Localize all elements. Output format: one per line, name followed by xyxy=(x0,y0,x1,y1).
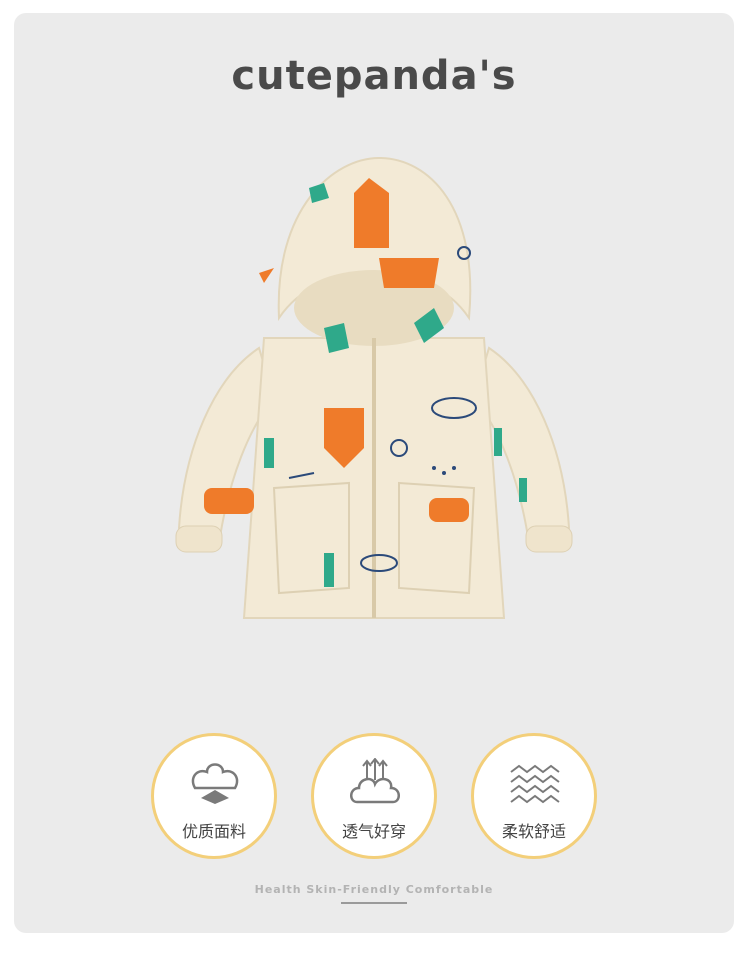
feature-soft-comfortable: 柔软舒适 xyxy=(471,733,597,859)
kids-hooded-jacket-image xyxy=(175,156,573,619)
product-card: cutepanda's 优质面料 透气好穿 柔软舒适 Health Skin-F… xyxy=(14,13,734,933)
breathable-cloud-icon xyxy=(350,758,400,804)
soft-fabric-texture-icon xyxy=(510,764,560,804)
feature-label: 柔软舒适 xyxy=(501,822,566,841)
tagline: Health Skin-Friendly Comfortable xyxy=(254,883,494,896)
feature-label: 透气好穿 xyxy=(341,822,406,841)
feature-quality-fabric: 优质面料 xyxy=(151,733,277,859)
feature-breathable: 透气好穿 xyxy=(311,733,437,859)
brand-logo: cutepanda's xyxy=(231,53,517,99)
cotton-flower-icon xyxy=(191,763,239,804)
feature-list: 优质面料 透气好穿 柔软舒适 xyxy=(14,733,734,863)
feature-label: 优质面料 xyxy=(181,822,246,841)
tagline-underline xyxy=(341,902,407,904)
